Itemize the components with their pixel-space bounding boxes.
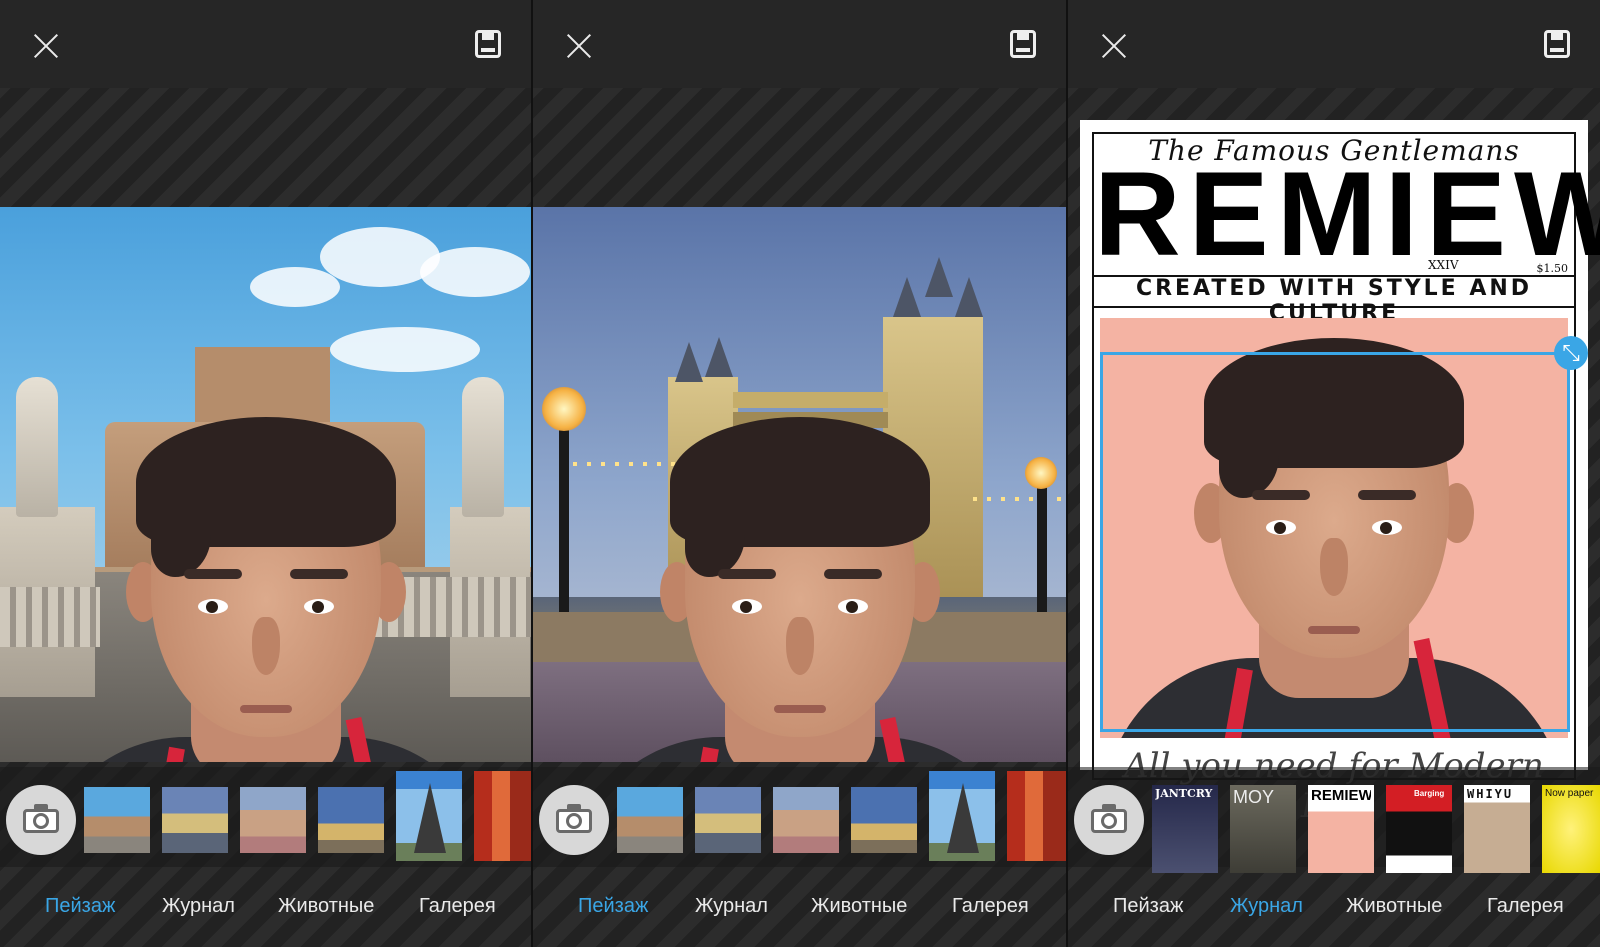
rule	[1094, 306, 1574, 308]
background-scene-london	[533, 207, 1066, 762]
tab-landscape[interactable]: Пейзаж	[45, 895, 115, 918]
tab-gallery[interactable]: Галерея	[1487, 895, 1564, 918]
thumbnail-palace[interactable]	[240, 787, 306, 853]
category-tabs: Пейзаж Журнал Животные Галерея	[1068, 895, 1600, 935]
camera-icon[interactable]	[539, 785, 609, 855]
thumbnail-rome[interactable]	[617, 787, 683, 853]
top-bar	[1068, 0, 1600, 88]
thumbnail-eiffel[interactable]	[929, 771, 995, 861]
thumbnail-london[interactable]	[162, 787, 228, 853]
thumbnail-louvre[interactable]	[851, 787, 917, 853]
tab-magazine[interactable]: Журнал	[695, 895, 768, 918]
thumbnail-louvre[interactable]	[318, 787, 384, 853]
tab-animals[interactable]: Животные	[811, 895, 907, 918]
category-tabs: Пейзаж Журнал Животные Галерея	[533, 895, 1066, 935]
tab-animals[interactable]: Животные	[1346, 895, 1442, 918]
tab-magazine[interactable]: Журнал	[1230, 895, 1303, 918]
close-icon[interactable]	[1096, 28, 1132, 64]
tab-magazine[interactable]: Журнал	[162, 895, 235, 918]
thumbnail-eiffel[interactable]	[396, 771, 462, 861]
save-icon[interactable]	[475, 30, 501, 58]
magazine-cover: The Famous Gentlemans REMIEW XXIV $1.50 …	[1080, 120, 1600, 826]
template-cover[interactable]: MOY	[1230, 785, 1296, 873]
background-picker	[0, 767, 531, 867]
thumbnail-torii[interactable]	[474, 771, 531, 861]
resize-icon[interactable]: ⤡	[1554, 336, 1588, 370]
tab-landscape[interactable]: Пейзаж	[1113, 895, 1183, 918]
selection-box[interactable]	[1100, 352, 1570, 732]
magazine-title: REMIEW	[1094, 147, 1600, 281]
screen-london: Пейзаж Журнал Животные Галерея	[533, 0, 1066, 947]
template-cover[interactable]: JANTCRY	[1152, 785, 1218, 873]
category-tabs: Пейзаж Журнал Животные Галерея	[0, 895, 531, 935]
tab-gallery[interactable]: Галерея	[952, 895, 1029, 918]
save-icon[interactable]	[1010, 30, 1036, 58]
camera-icon[interactable]	[1074, 785, 1144, 855]
save-icon[interactable]	[1544, 30, 1570, 58]
thumbnail-palace[interactable]	[773, 787, 839, 853]
tab-landscape[interactable]: Пейзаж	[578, 895, 648, 918]
thumbnail-torii[interactable]	[1007, 771, 1066, 861]
top-bar	[533, 0, 1066, 88]
background-picker	[533, 767, 1066, 867]
screen-magazine: The Famous Gentlemans REMIEW XXIV $1.50 …	[1068, 0, 1600, 947]
camera-icon[interactable]	[6, 785, 76, 855]
screen-rome: Пейзаж Журнал Животные Галерея	[0, 0, 531, 947]
tab-animals[interactable]: Животные	[278, 895, 374, 918]
template-cover[interactable]: Now paper	[1542, 785, 1600, 873]
tab-gallery[interactable]: Галерея	[419, 895, 496, 918]
close-icon[interactable]	[28, 28, 64, 64]
thumbnail-london[interactable]	[695, 787, 761, 853]
template-cover[interactable]: REMIEW	[1308, 785, 1374, 873]
background-scene-rome	[0, 207, 531, 762]
close-icon[interactable]	[561, 28, 597, 64]
template-cover[interactable]: Barging	[1386, 785, 1452, 873]
magazine-issue: XXIV	[1428, 258, 1459, 272]
top-bar	[0, 0, 531, 88]
thumbnail-rome[interactable]	[84, 787, 150, 853]
template-picker: JANTCRY MOY REMIEW Barging WHIYU Now pap…	[1068, 767, 1600, 873]
template-cover[interactable]: WHIYU	[1464, 785, 1530, 873]
magazine-price: $1.50	[1536, 262, 1569, 275]
